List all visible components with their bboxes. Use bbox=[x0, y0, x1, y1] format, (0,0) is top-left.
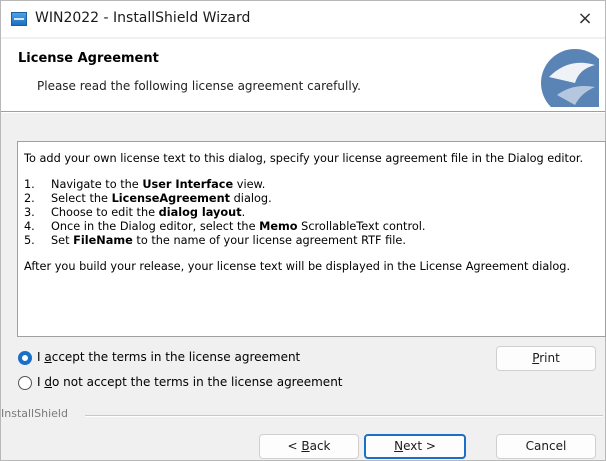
license-text-box[interactable]: To add your own license text to this dia… bbox=[17, 141, 606, 337]
window-title: WIN2022 - InstallShield Wizard bbox=[35, 10, 251, 26]
next-button[interactable]: Next > bbox=[364, 434, 466, 459]
close-button[interactable]: × bbox=[565, 1, 605, 37]
installer-app-icon bbox=[11, 12, 27, 26]
license-intro: To add your own license text to this dia… bbox=[24, 152, 584, 165]
accept-terms-radio[interactable]: I accept the terms in the license agreem… bbox=[18, 349, 338, 367]
decline-terms-radio[interactable]: I do not accept the terms in the license… bbox=[18, 374, 358, 392]
license-step: 2. Select the LicenseAgreement dialog. bbox=[24, 192, 272, 205]
footer-divider bbox=[85, 415, 603, 417]
license-outro: After you build your release, your licen… bbox=[24, 260, 571, 273]
radio-selected-icon[interactable] bbox=[18, 351, 32, 365]
accept-terms-label[interactable]: I accept the terms in the license agreem… bbox=[37, 350, 300, 364]
license-step: 4. Once in the Dialog editor, select the … bbox=[24, 220, 426, 233]
license-steps: 1. Navigate to the User Interface view. 2… bbox=[24, 178, 599, 248]
header-subtitle: Please read the following license agreem… bbox=[37, 79, 361, 93]
license-step: 1. Navigate to the User Interface view. bbox=[24, 178, 266, 191]
dialog-header: License Agreement Please read the follow… bbox=[1, 39, 605, 111]
back-button[interactable]: < Back bbox=[259, 434, 359, 459]
installshield-logo-icon bbox=[541, 49, 599, 107]
installshield-brand-label: InstallShield bbox=[1, 407, 68, 420]
print-button[interactable]: Print bbox=[496, 346, 596, 371]
header-divider bbox=[1, 111, 605, 113]
installshield-wizard-window: WIN2022 - InstallShield Wizard × License… bbox=[0, 0, 606, 461]
decline-terms-label[interactable]: I do not accept the terms in the license… bbox=[37, 375, 343, 389]
title-bar: WIN2022 - InstallShield Wizard × bbox=[1, 1, 605, 37]
license-step: 5. Set FileName to the name of your licen… bbox=[24, 234, 406, 247]
cancel-button[interactable]: Cancel bbox=[496, 434, 596, 459]
header-title: License Agreement bbox=[18, 51, 159, 66]
license-step: 3. Choose to edit the dialog layout. bbox=[24, 206, 246, 219]
radio-unselected-icon[interactable] bbox=[18, 376, 32, 390]
